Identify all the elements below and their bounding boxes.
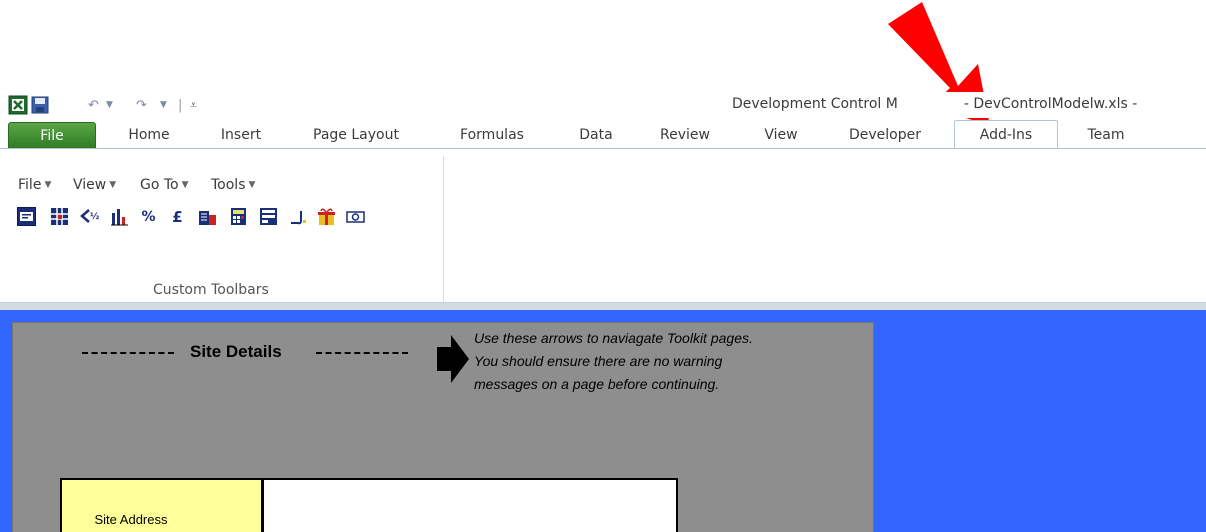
tab-file[interactable]: File (8, 122, 96, 148)
title-bar: ↶ ▼ ↷ ▼ | ⩡ Development Control M- DevCo… (0, 92, 1206, 118)
separator: | (178, 97, 183, 113)
redo-dropdown-icon[interactable]: ▼ (160, 95, 167, 115)
tab-insert[interactable]: Insert (206, 122, 276, 148)
tab-team[interactable]: Team (1070, 122, 1142, 148)
save-icon[interactable] (30, 95, 50, 115)
navigation-note-line-3: messages on a page before continuing. (474, 376, 720, 392)
navigation-note-line-1: Use these arrows to naviagate Toolkit pa… (474, 330, 753, 346)
tab-view[interactable]: View (748, 122, 814, 148)
ribbon-tabs: File Home Insert Page Layout Formulas Da… (0, 120, 1206, 149)
group-label-custom-toolbars: Custom Toolbars (153, 282, 269, 298)
ribbon-bottom-border (0, 302, 1206, 310)
dashed-line-right (316, 352, 408, 354)
menu-view[interactable]: View ▼ (73, 177, 116, 193)
site-address-label: Site Address (94, 512, 168, 527)
window-title: Development Control M- DevControlModelw.… (732, 96, 1138, 112)
grid-icon[interactable] (50, 207, 69, 226)
chart-icon[interactable] (110, 207, 129, 226)
table-icon[interactable] (259, 207, 278, 226)
tab-home[interactable]: Home (112, 122, 186, 148)
form-icon[interactable] (17, 207, 36, 226)
chevron-down-icon: ▼ (44, 180, 52, 190)
menu-go-to[interactable]: Go To ▼ (140, 177, 189, 193)
chevron-down-icon: ▼ (181, 180, 189, 190)
svg-text:½: ½ (90, 211, 99, 222)
tab-add-ins[interactable]: Add-Ins (954, 120, 1058, 149)
tab-formulas[interactable]: Formulas (444, 122, 540, 148)
tab-data[interactable]: Data (566, 122, 626, 148)
building-icon[interactable] (198, 207, 217, 226)
undo-dropdown-icon[interactable]: ▼ (106, 95, 113, 115)
customize-icon[interactable]: ⩡ (190, 95, 197, 115)
group-divider (443, 156, 444, 302)
calculator-icon[interactable] (229, 207, 248, 226)
site-address-input[interactable] (262, 478, 678, 532)
navigation-note-line-2: You should ensure there are no warning (474, 353, 723, 369)
tab-developer[interactable]: Developer (832, 122, 938, 148)
half-arrow-icon[interactable]: ½ (80, 207, 99, 226)
menu-tools[interactable]: Tools ▼ (211, 177, 255, 193)
excel-icon[interactable] (8, 95, 28, 115)
pen-icon[interactable] (289, 207, 308, 226)
undo-icon[interactable]: ↶ (88, 95, 99, 115)
chevron-down-icon: ▼ (109, 180, 117, 190)
chevron-down-icon: ▼ (248, 180, 256, 190)
redo-icon[interactable]: ↷ (136, 95, 147, 115)
tab-review[interactable]: Review (644, 122, 726, 148)
pound-icon[interactable]: £ (168, 207, 187, 226)
dashed-line-left (82, 352, 174, 354)
site-details-heading: Site Details (190, 342, 282, 361)
percent-icon[interactable]: % (139, 207, 158, 226)
navigate-arrow-icon[interactable] (435, 333, 471, 385)
menu-file[interactable]: File ▼ (18, 177, 51, 193)
tab-page-layout[interactable]: Page Layout (296, 122, 416, 148)
gift-icon[interactable] (317, 207, 336, 226)
money-icon[interactable] (346, 207, 365, 226)
